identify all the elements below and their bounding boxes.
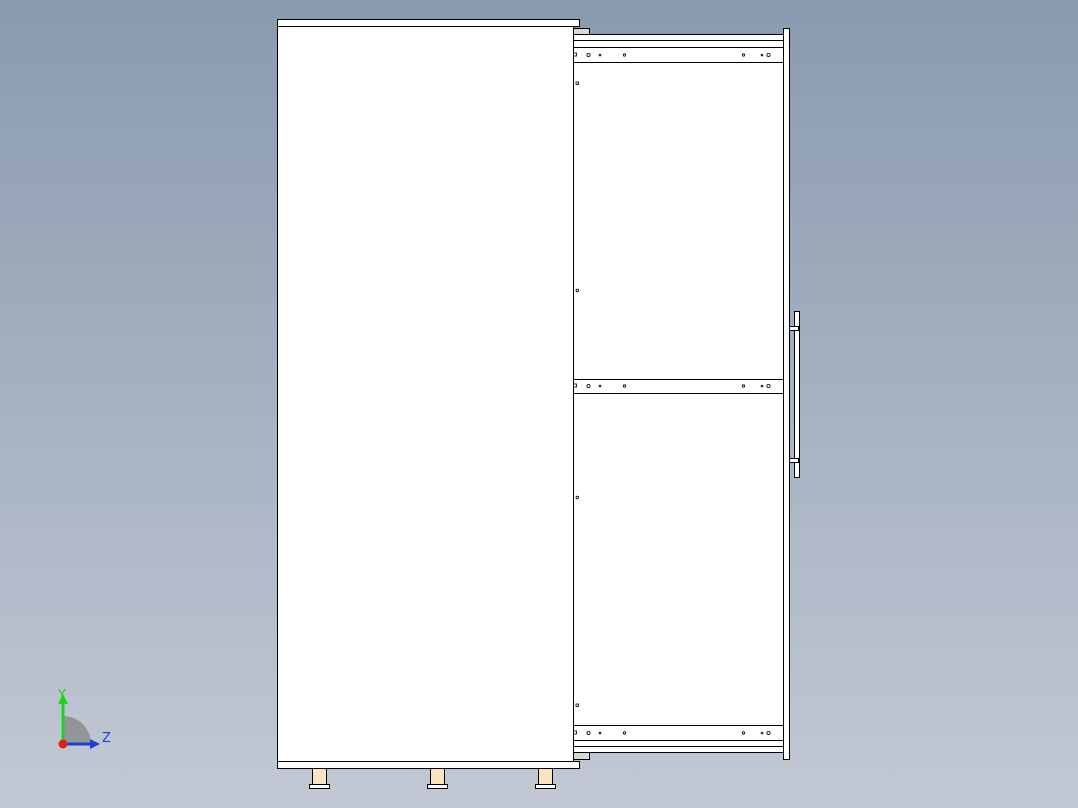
cabinet-bottom-cap[interactable]	[277, 761, 580, 769]
drawer-front-panel[interactable]	[783, 28, 790, 760]
triad-sector	[63, 716, 91, 744]
drawer-rail-bottom[interactable]	[573, 725, 784, 741]
drawer-rail-middle[interactable]	[573, 379, 784, 394]
leveling-feet	[309, 768, 556, 789]
rail-stub-bottom	[573, 752, 590, 760]
cabinet-body-panel[interactable]	[277, 26, 574, 762]
drawer-rail-top[interactable]	[573, 47, 784, 63]
cabinet-side-view[interactable]	[0, 0, 1078, 808]
x-axis-point	[58, 739, 68, 749]
foot	[312, 768, 327, 785]
foot	[538, 768, 553, 785]
z-axis-label: Z	[102, 731, 111, 746]
foot-base	[535, 784, 556, 789]
graphics-viewport[interactable]: Y Z	[0, 0, 1078, 808]
drawer-handle[interactable]	[789, 311, 800, 478]
foot	[430, 768, 445, 785]
foot-base	[309, 784, 330, 789]
cabinet-top-cap[interactable]	[277, 19, 580, 27]
foot-base	[427, 784, 448, 789]
y-axis-label: Y	[58, 688, 66, 703]
